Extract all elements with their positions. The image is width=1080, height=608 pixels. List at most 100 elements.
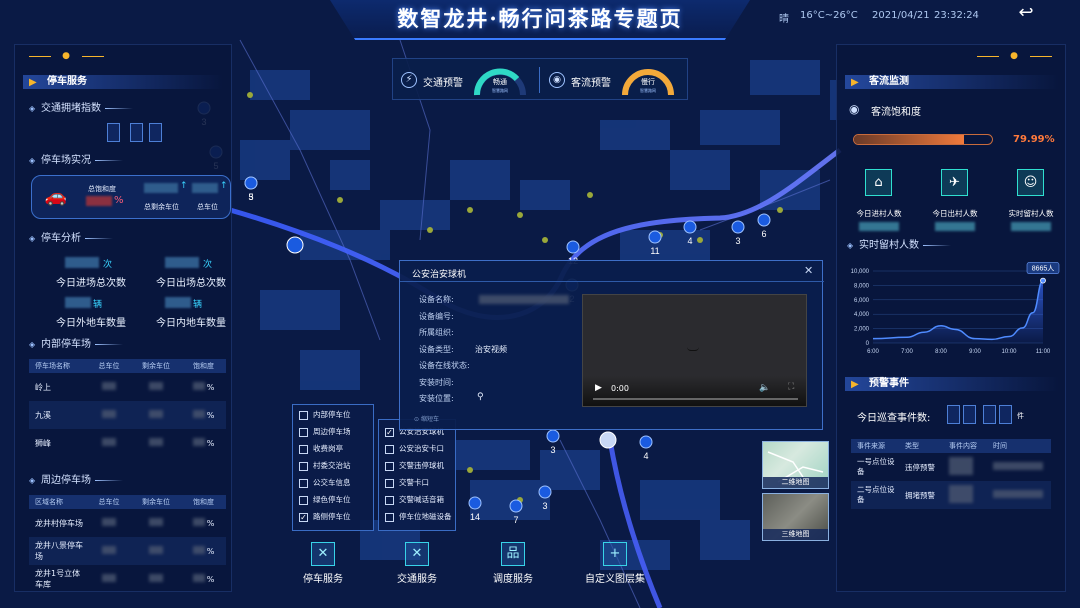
layer-checkbox[interactable]: 交警喊话音箱: [385, 494, 444, 506]
checkbox-icon[interactable]: ✓: [299, 513, 308, 522]
temperature-text: 16°C~26°C: [800, 10, 858, 21]
arrow-up-icon: ↑: [220, 181, 228, 191]
layer-checkbox[interactable]: 周边停车场: [299, 426, 351, 438]
map-marker-icon[interactable]: [757, 213, 771, 227]
total-value: [192, 183, 218, 193]
service-button-0[interactable]: ✕ 停车服务: [288, 542, 358, 585]
parking-status-title: 停车场实况: [29, 155, 123, 167]
table-row[interactable]: 龙井八景停车场%: [29, 537, 226, 565]
table-row[interactable]: 九溪%: [29, 401, 226, 429]
layer-label: 停车位地磁设备: [399, 512, 452, 521]
decoration-icon: ●: [977, 51, 1052, 61]
section-warning: ▶ 预警事件: [845, 377, 1059, 391]
map-marker-icon[interactable]: [546, 429, 560, 443]
map-marker-count: 4: [687, 236, 692, 246]
map-marker-count: 7: [513, 515, 518, 525]
volume-icon[interactable]: 🔈: [759, 383, 770, 393]
layer-checkbox[interactable]: ✓ 路侧停车位: [299, 511, 351, 523]
popup-field: 设备在线状态:: [419, 360, 579, 372]
map-marker-icon[interactable]: [648, 230, 662, 244]
back-arrow-icon[interactable]: ↩: [1012, 2, 1040, 24]
map-marker-icon[interactable]: [683, 220, 697, 234]
close-icon[interactable]: ✕: [804, 264, 813, 277]
y-tick-label: 0: [866, 341, 870, 347]
checkbox-icon[interactable]: [385, 462, 394, 471]
checkbox-icon[interactable]: [299, 496, 308, 505]
map-2d-thumb[interactable]: 二维地图: [762, 441, 829, 489]
map-marker-icon[interactable]: [639, 435, 653, 449]
map-marker-icon[interactable]: [509, 499, 523, 513]
layer-checkbox[interactable]: 村委交治站: [299, 460, 351, 472]
table-header-cell: 区域名称: [35, 498, 63, 506]
service-button-2[interactable]: 品调度服务: [478, 542, 548, 585]
play-icon[interactable]: ▶: [595, 383, 602, 393]
table-header-cell: 时间: [993, 442, 1007, 450]
layer-checkbox[interactable]: 绿色停车位: [299, 494, 351, 506]
flow-alert-icon: ◉: [549, 72, 565, 88]
map-marker-icon[interactable]: [244, 176, 258, 190]
patrol-digit: [947, 405, 960, 424]
flow-saturation-value: 79.99%: [1013, 134, 1055, 145]
checkbox-icon[interactable]: [299, 445, 308, 454]
map-marker-icon[interactable]: [731, 220, 745, 234]
table-header-cell: 饱和度: [193, 498, 214, 506]
event-content: [943, 457, 987, 477]
row-total: [87, 546, 131, 556]
kpi-label: 实时留村人数: [1008, 209, 1054, 218]
camera-marker-icon[interactable]: [286, 236, 304, 254]
layer-label: 交警喊话音箱: [399, 495, 444, 504]
table-header-cell: 总车位: [98, 362, 120, 370]
table-row[interactable]: 一号点位设备 违停预警: [851, 453, 1051, 481]
layer-checkbox[interactable]: 公安治安卡口: [385, 443, 444, 455]
video-player[interactable]: ▶ 0:00 🔈 ⛶: [582, 294, 807, 407]
service-button-3[interactable]: + 自定义图层集: [580, 542, 650, 585]
checkbox-icon[interactable]: [385, 513, 394, 522]
checkbox-icon[interactable]: [385, 496, 394, 505]
checkbox-icon[interactable]: [299, 428, 308, 437]
layer-label: 路侧停车位: [313, 512, 351, 521]
row-saturation: %: [181, 546, 226, 556]
map-marker-count: 3: [248, 192, 253, 202]
checkbox-icon[interactable]: [299, 479, 308, 488]
popup-field-label: 设备名称:: [419, 295, 454, 304]
row-saturation: %: [181, 410, 226, 420]
layer-checkbox[interactable]: 公交车信息: [299, 477, 351, 489]
realtime-label: 实时留村人数: [859, 240, 919, 251]
table-header-cell: 剩余车位: [142, 362, 170, 370]
layer-checkbox[interactable]: 交警违停球机: [385, 460, 444, 472]
x-tick-label: 9:00: [969, 349, 981, 355]
map-marker-icon[interactable]: [468, 496, 482, 510]
layer-checkbox[interactable]: 收费岗亭: [299, 443, 343, 455]
checkbox-icon[interactable]: [385, 479, 394, 488]
map-marker-count: 14: [470, 512, 480, 522]
fullscreen-icon[interactable]: ⛶: [788, 382, 794, 392]
table-row[interactable]: 岭上%: [29, 373, 226, 401]
table-row[interactable]: 二号点位设备 拥堵预警: [851, 481, 1051, 509]
table-row[interactable]: 龙井1号立体车库%: [29, 565, 226, 593]
layer-checkbox[interactable]: 停车位地磁设备: [385, 511, 452, 523]
checkbox-icon[interactable]: [299, 462, 308, 471]
popup-field: 安装时间:: [419, 377, 579, 389]
layer-checkbox[interactable]: 内部停车位: [299, 409, 351, 421]
checkbox-icon[interactable]: ✓: [385, 428, 394, 437]
map-3d-thumb[interactable]: 三维地图: [762, 493, 829, 541]
inner-parking-label: 内部停车场: [41, 339, 91, 350]
popup-field-value: 治安视频: [475, 344, 507, 354]
stat-unit: 次: [103, 260, 113, 270]
parking-status-card: 🚗 总饱和度 % ↑ 总剩余车位 ↑ 总车位: [31, 175, 231, 219]
service-button-1[interactable]: ✕ 交通服务: [382, 542, 452, 585]
map-marker-icon[interactable]: [538, 485, 552, 499]
event-time: [987, 462, 1051, 472]
table-row[interactable]: 龙井村停车场%: [29, 509, 226, 537]
alert-bar: ⚡ 交通预警 畅通 智慧路网 ◉ 客流预警 慢行 智慧路网: [392, 58, 688, 100]
video-progress[interactable]: [593, 398, 798, 400]
table-row[interactable]: 狮峰%: [29, 429, 226, 457]
y-tick-label: 6,000: [854, 298, 870, 304]
map-marker-icon[interactable]: [566, 240, 580, 254]
row-total: [87, 438, 131, 448]
checkbox-icon[interactable]: [299, 411, 308, 420]
checkbox-icon[interactable]: [385, 445, 394, 454]
layer-checkbox[interactable]: 交警卡口: [385, 477, 429, 489]
remaining-label: 总剩余车位: [144, 203, 179, 211]
camera-marker-icon[interactable]: [599, 431, 617, 449]
